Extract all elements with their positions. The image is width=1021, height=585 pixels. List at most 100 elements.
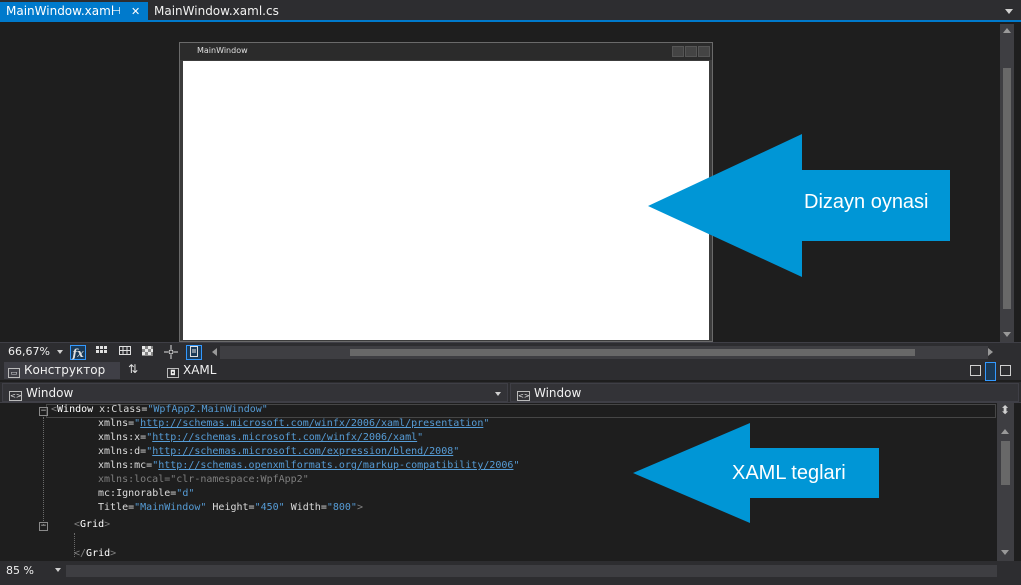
scrollbar-thumb[interactable] [350,349,915,356]
attribute-namespace: :x [128,432,141,443]
tab-list-dropdown-icon[interactable] [1005,9,1013,14]
attribute-value: "450" [254,502,285,513]
xaml-icon: ◘ [167,368,179,378]
attribute-name: xmlns [98,418,129,429]
checkerboard-icon [142,346,153,356]
tag-bracket: > [356,502,363,513]
quote: " [417,432,424,443]
attribute-name: Title [98,502,129,513]
fold-collapse-icon[interactable]: − [39,522,48,531]
tab-label: MainWindow.xaml.cs [154,4,279,18]
attribute-namespace: :mc [128,460,147,471]
tab-xaml[interactable]: ◘ XAML [163,362,216,379]
namespace-url-link[interactable]: http://schemas.microsoft.com/winfx/2006/… [152,432,417,443]
tab-designer-label: Конструктор [24,363,106,377]
xaml-callout-label: XAML teglari [732,462,846,484]
scroll-right-icon[interactable] [988,348,993,356]
quote: " [483,418,490,429]
attribute-name: Width [284,502,321,513]
snap-grid-icon [119,346,131,355]
namespace-url-link[interactable]: http://schemas.microsoft.com/winfx/2006/… [140,418,483,429]
element-type-select[interactable]: <> Window [2,383,508,402]
code-line: xmlns:x="http://schemas.microsoft.com/wi… [98,431,423,445]
element-icon: <> [517,391,530,401]
snap-to-snaplines-button[interactable] [163,345,179,360]
xaml-navigation-bar: <> Window <> Window [0,382,1021,403]
designer-vertical-scrollbar[interactable] [1000,24,1014,342]
minimize-icon [672,46,684,57]
code-line: mc:Ignorable="d" [98,487,194,501]
tab-mainwindow-xaml[interactable]: MainWindow.xaml ⊣ ✕ [0,2,148,22]
designer-zoom-select[interactable]: 66,67% [4,344,66,360]
attribute-value: "800" [326,502,357,513]
element-icon: <> [9,391,22,401]
vertical-split-icon[interactable] [970,365,981,376]
pane-switch-bar: ▭ Конструктор ⇅ ◘ XAML [0,361,1021,381]
chevron-down-icon [57,350,63,354]
code-line: <Grid> [74,518,110,532]
collapse-pane-icon[interactable] [1000,365,1011,376]
code-line: Title="MainWindow" Height="450" Width="8… [98,501,363,515]
scroll-left-icon[interactable] [212,348,217,356]
fx-effects-button[interactable]: fx [70,345,86,360]
grid-toggle-button[interactable] [94,345,110,360]
editor-horizontal-scrollbar[interactable] [66,565,997,577]
design-window-preview[interactable]: MainWindow [179,42,713,342]
artboard-background-button[interactable] [140,345,156,360]
attribute-name: mc [98,488,111,499]
code-line: xmlns="http://schemas.microsoft.com/winf… [98,417,489,431]
attribute-value: "d" [176,488,195,499]
editor-splitter-icon[interactable]: ⬍ [998,404,1012,417]
scrollbar-thumb[interactable] [1001,441,1010,485]
zoom-value: 66,67% [8,345,50,358]
attribute-value: "WpfApp2.MainWindow" [147,404,268,415]
attribute-name: xmlns [98,460,129,471]
design-window-title: MainWindow [197,46,248,55]
design-window-titlebar: MainWindow [180,43,712,60]
project-code-button[interactable] [186,345,202,360]
close-icon[interactable]: ✕ [131,2,140,21]
pin-icon[interactable]: ⊣ [112,2,121,21]
tab-mainwindow-xaml-cs[interactable]: MainWindow.xaml.cs [148,2,285,22]
designer-icon: ▭ [8,368,20,378]
tag-bracket: > [110,548,117,559]
snap-to-grid-button[interactable] [117,345,133,360]
chevron-down-icon [495,392,501,396]
code-line-unused-namespace: xmlns:local="clr-namespace:WpfApp2" [98,474,309,485]
fold-collapse-icon[interactable]: − [39,407,48,416]
editor-vertical-scrollbar[interactable] [997,403,1014,561]
attribute-namespace: :Ignorable [110,488,171,499]
namespace-url-link[interactable]: http://schemas.microsoft.com/expression/… [152,446,453,457]
grid-icon [96,346,107,353]
element-name: Grid [86,548,111,559]
attribute-namespace: :d [128,446,141,457]
attribute-name: Height [206,502,249,513]
window-close-icon [698,46,710,57]
code-line: xmlns:mc="http://schemas.openxmlformats.… [98,459,519,473]
code-line: xmlns:d="http://schemas.microsoft.com/ex… [98,445,459,459]
element-type-value: Window [26,386,74,400]
scrollbar-thumb[interactable] [1003,68,1011,309]
horizontal-split-icon[interactable] [985,362,996,381]
editor-zoom-select[interactable]: 85 % [3,563,65,578]
scroll-up-icon[interactable] [1001,429,1009,434]
design-window-client-area[interactable] [183,61,709,340]
tag-bracket: </ [74,548,87,559]
designer-horizontal-scrollbar[interactable] [220,346,988,359]
scroll-down-icon[interactable] [1001,550,1009,555]
maximize-icon [685,46,697,57]
fold-guide [43,417,44,525]
element-member-select[interactable]: <> Window [510,383,1019,402]
swap-panes-icon[interactable]: ⇅ [128,362,138,376]
scroll-up-icon[interactable] [1003,28,1011,33]
code-line: <Window x:Class="WpfApp2.MainWindow" [51,403,268,417]
crosshair-icon [164,345,178,359]
scroll-down-icon[interactable] [1003,332,1011,337]
editor-zoom-value: 85 % [6,564,34,577]
tab-designer[interactable]: ▭ Конструктор [4,362,120,379]
attribute-name: x:Class [93,404,142,415]
tag-bracket: > [104,519,111,530]
tab-xaml-label: XAML [183,363,217,377]
namespace-url-link[interactable]: http://schemas.openxmlformats.org/markup… [158,460,513,471]
design-callout-label: Dizayn oynasi [804,191,929,213]
